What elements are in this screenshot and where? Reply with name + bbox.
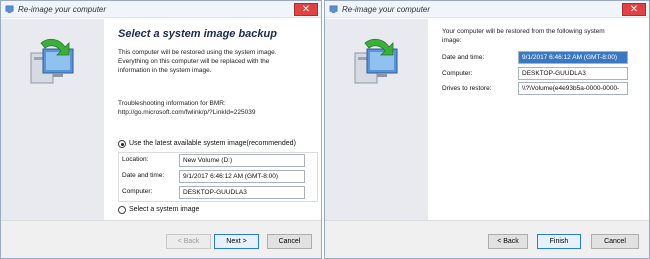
button-bar: < Back Next > Cancel <box>1 220 321 258</box>
sidebar-panel <box>325 19 428 220</box>
latest-image-label: Use the latest available system image(re… <box>129 140 296 147</box>
window-app-icon <box>329 5 338 14</box>
intro-line: Your computer will be restored from the … <box>442 28 605 35</box>
intro-text: Your computer will be restored from the … <box>442 27 605 45</box>
restore-computer-icon <box>30 38 74 84</box>
description-text: This computer will be restored using the… <box>118 48 277 75</box>
finish-button[interactable]: Finish <box>537 234 581 249</box>
page-heading: Select a system image backup <box>118 28 277 40</box>
cancel-button[interactable]: Cancel <box>591 234 639 249</box>
description-line: This computer will be restored using the… <box>118 49 277 56</box>
datetime-label: Date and time: <box>122 172 165 179</box>
image-info-box: Location: New Volume (D:) Date and time:… <box>118 152 318 202</box>
back-button[interactable]: < Back <box>166 234 211 249</box>
location-label: Location: <box>122 156 149 163</box>
button-bar: < Back Finish Cancel <box>325 220 649 258</box>
sidebar-panel <box>1 19 104 220</box>
close-icon: ✕ <box>629 4 639 15</box>
back-button[interactable]: < Back <box>488 234 528 249</box>
description-line: information in the system image. <box>118 67 212 74</box>
description-line: Everything on this computer will be repl… <box>118 58 270 65</box>
troubleshoot-link[interactable]: http://go.microsoft.com/fwlink/p/?LinkId… <box>118 108 255 117</box>
cancel-button[interactable]: Cancel <box>267 234 312 249</box>
close-icon: ✕ <box>301 4 311 15</box>
drives-label: Drives to restore: <box>442 85 492 92</box>
troubleshoot-text: Troubleshooting information for BMR: htt… <box>118 99 255 117</box>
intro-line: image: <box>442 37 462 44</box>
select-image-radio[interactable] <box>118 206 126 214</box>
computer-label: Computer: <box>122 188 153 195</box>
datetime-field: 9/1/2017 6:46:12 AM (GMT-8:00) <box>179 170 305 183</box>
troubleshoot-line: Troubleshooting information for BMR: <box>118 100 226 107</box>
next-button[interactable]: Next > <box>214 234 259 249</box>
title-bar: Re-image your computer ✕ <box>325 1 649 18</box>
computer-field: DESKTOP-GUUDLA3 <box>179 186 305 199</box>
select-image-label: Select a system image <box>129 206 200 213</box>
window-app-icon <box>5 5 14 14</box>
datetime-label: Date and time: <box>442 54 485 61</box>
content-area: Select a system image backup This comput… <box>114 19 318 220</box>
content-area: Your computer will be restored from the … <box>438 19 641 220</box>
title-bar: Re-image your computer ✕ <box>1 1 321 18</box>
window-title: Re-image your computer <box>342 5 431 14</box>
select-image-window: Re-image your computer ✕ Select a system… <box>0 0 322 259</box>
location-field: New Volume (D:) <box>179 154 305 167</box>
computer-label: Computer: <box>442 70 473 77</box>
window-title: Re-image your computer <box>18 5 107 14</box>
close-button[interactable]: ✕ <box>294 3 318 16</box>
close-button[interactable]: ✕ <box>622 3 646 16</box>
computer-field: DESKTOP-GUUDLA3 <box>518 67 628 80</box>
latest-image-radio[interactable] <box>118 140 126 148</box>
drives-field: \\?\Volume{e4e93b5a-0000-0000- <box>518 82 628 95</box>
restore-computer-icon <box>354 38 398 84</box>
datetime-field: 9/1/2017 6:46:12 AM (GMT-8:00) <box>518 51 628 64</box>
confirm-restore-window: Re-image your computer ✕ Your computer w… <box>324 0 650 259</box>
